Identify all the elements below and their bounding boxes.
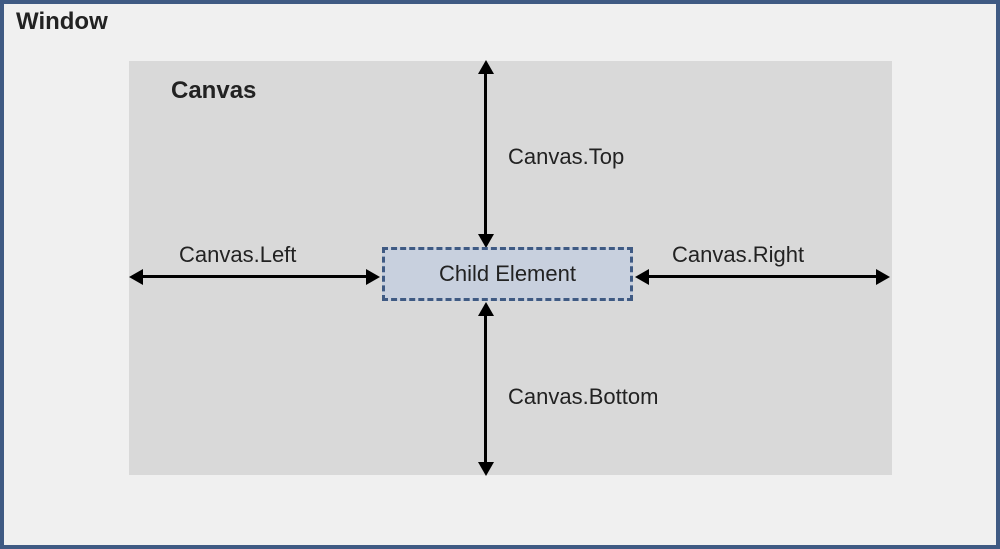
arrow-top-line (484, 72, 487, 240)
arrow-bottom-line (484, 314, 487, 464)
arrow-left-head-left (129, 269, 143, 285)
arrow-right-line (647, 275, 878, 278)
arrow-bottom-head-down (478, 462, 494, 476)
arrow-right-label: Canvas.Right (672, 242, 804, 268)
arrow-top-label: Canvas.Top (508, 144, 624, 170)
arrow-left-label: Canvas.Left (179, 242, 296, 268)
arrow-top-head-up (478, 60, 494, 74)
arrow-bottom-label: Canvas.Bottom (508, 384, 658, 410)
window-label: Window (16, 8, 108, 36)
arrow-right-head-left (635, 269, 649, 285)
canvas-label: Canvas (171, 77, 256, 105)
arrow-left-head-right (366, 269, 380, 285)
window-frame: Window Canvas Canvas.Top Canvas.Left Can… (0, 0, 1000, 549)
child-element: Child Element (382, 247, 633, 301)
arrow-left-line (141, 275, 370, 278)
child-element-label: Child Element (439, 261, 576, 287)
arrow-right-head-right (876, 269, 890, 285)
arrow-bottom-head-up (478, 302, 494, 316)
arrow-top-head-down (478, 234, 494, 248)
